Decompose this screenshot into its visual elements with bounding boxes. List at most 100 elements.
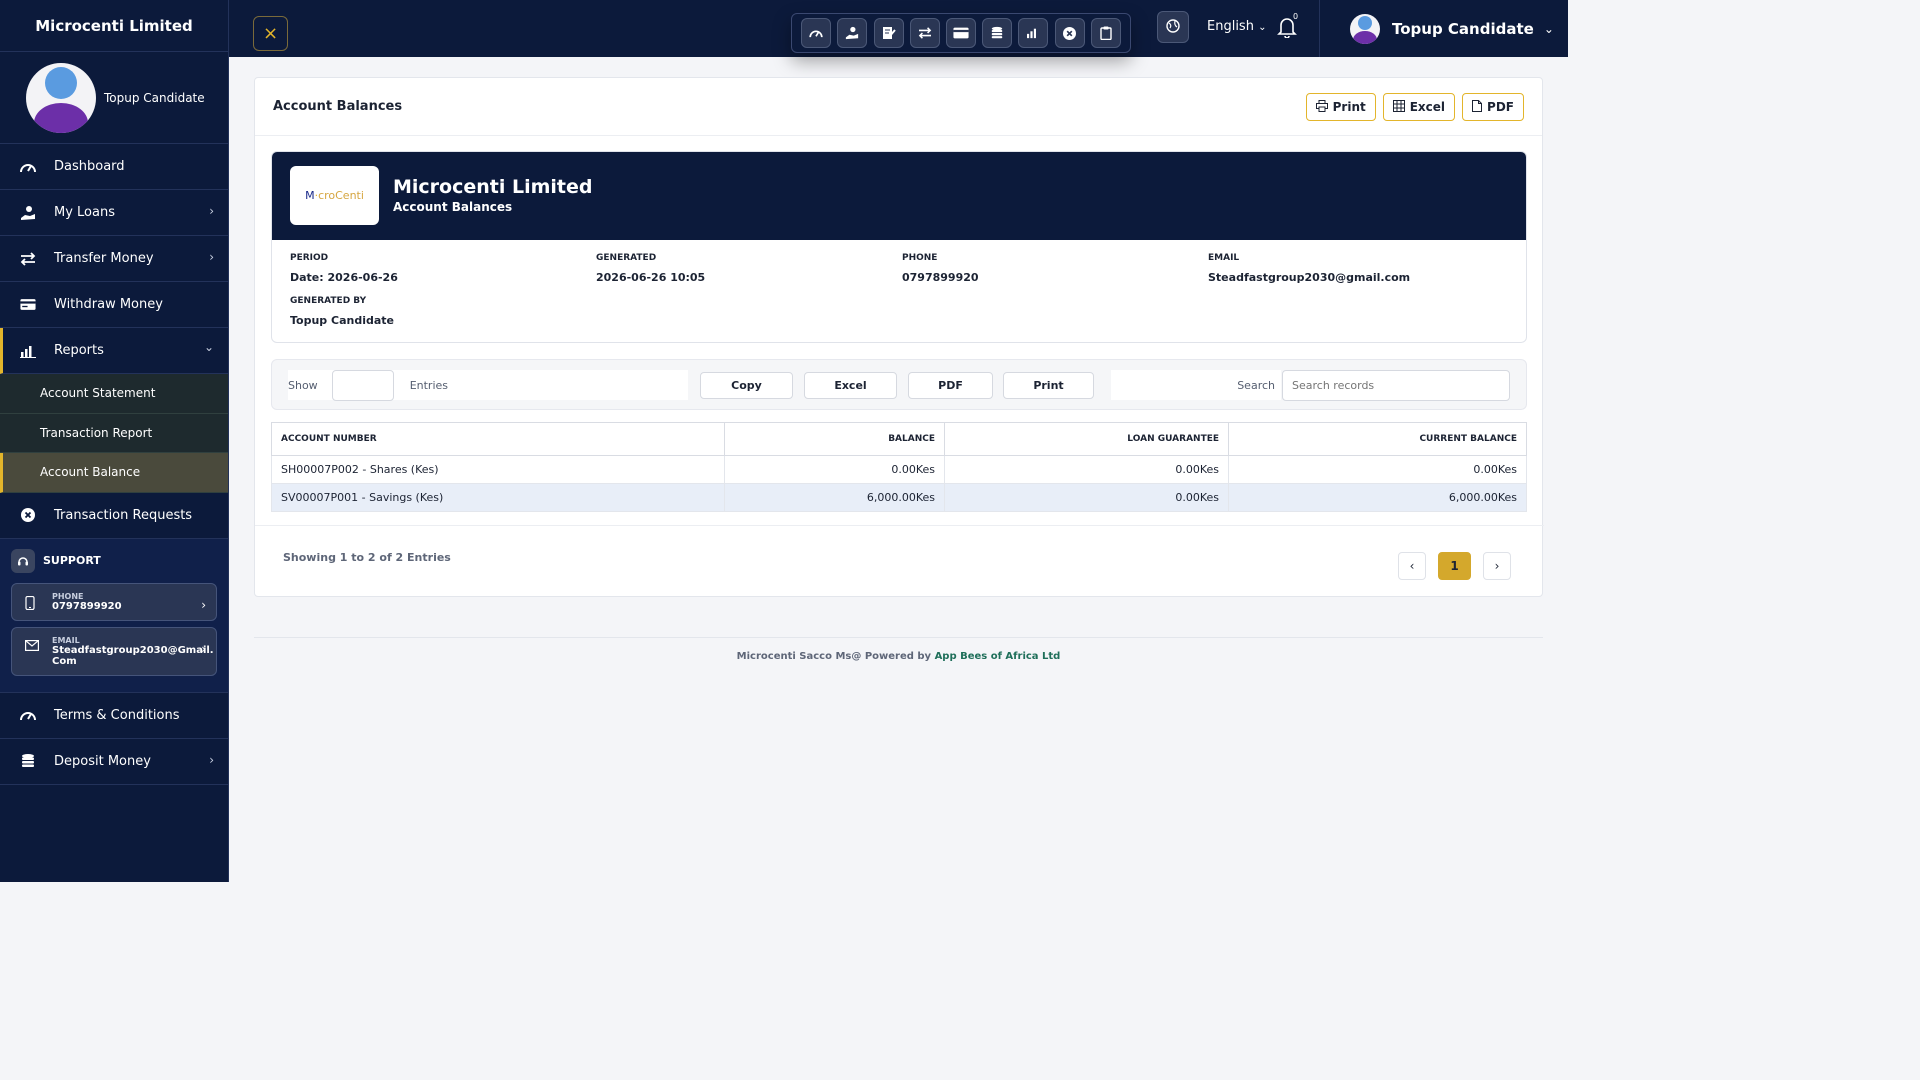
support-section: SUPPORT PHONE 0797899920 › EMAIL Steadfa… <box>0 538 228 693</box>
quick-dashboard-button[interactable] <box>801 18 832 48</box>
sidebar-item-label: Dashboard <box>54 159 125 174</box>
sidebar-item-label: Transfer Money <box>54 251 154 266</box>
excel-button[interactable]: Excel <box>1382 93 1456 121</box>
sidebar-item-transfer-money[interactable]: Transfer Money › <box>0 236 228 282</box>
column-header[interactable]: BALANCE <box>724 422 945 456</box>
sidebar-item-label: Reports <box>54 343 104 358</box>
next-page-button[interactable]: › <box>1483 552 1511 580</box>
globe-icon <box>1166 18 1180 37</box>
sidebar-item-dashboard[interactable]: Dashboard <box>0 144 228 190</box>
sidebar-toggle-button[interactable]: × <box>253 16 288 51</box>
column-header[interactable]: LOAN GUARANTEE <box>944 422 1229 456</box>
profile-name: Topup Candidate <box>104 90 205 105</box>
generated-by-value: Topup Candidate <box>290 314 394 327</box>
show-label: Show <box>288 378 318 392</box>
chevron-right-icon: › <box>209 752 214 767</box>
bell-icon <box>1277 18 1297 42</box>
footer-divider <box>254 637 1543 638</box>
sidebar-item-withdraw-money[interactable]: Withdraw Money <box>0 282 228 328</box>
quick-reports-button[interactable] <box>1018 18 1049 48</box>
support-phone-label: PHONE <box>52 591 84 601</box>
support-email-value-1: Steadfastgroup2030@Gmail. <box>52 644 214 656</box>
page-size-input[interactable] <box>332 370 394 401</box>
quick-clipboard-button[interactable] <box>1090 18 1121 48</box>
dashboard-icon <box>20 159 36 175</box>
prev-page-button[interactable]: ‹ <box>1398 552 1426 580</box>
coins-icon <box>20 753 36 769</box>
chevron-down-icon: ⌄ <box>203 340 214 354</box>
chart-icon <box>20 343 36 359</box>
support-email-label: EMAIL <box>52 635 80 645</box>
quick-actions-bar <box>791 13 1131 53</box>
sidebar-item-label: Transaction Requests <box>54 507 193 523</box>
quick-transfer-button[interactable] <box>909 18 940 48</box>
current-balance-cell: 6,000.00Kes <box>1228 483 1527 512</box>
sidebar-item-transaction-requests[interactable]: Transaction Requests <box>0 493 228 539</box>
pagination-summary: Showing 1 to 2 of 2 Entries <box>283 551 451 564</box>
transfer-icon <box>20 251 36 267</box>
generated-by-label: GENERATED BY <box>290 296 367 306</box>
account-number-cell: SV00007P001 - Savings (Kes) <box>271 483 725 512</box>
generated-label: GENERATED <box>596 253 657 263</box>
pdf-button[interactable]: PDF <box>1462 93 1524 121</box>
column-header[interactable]: CURRENT BALANCE <box>1228 422 1527 456</box>
print-export-button[interactable]: Print <box>1003 372 1094 399</box>
copy-button[interactable]: Copy <box>700 372 793 399</box>
support-phone-card[interactable]: PHONE 0797899920 › <box>11 582 217 621</box>
column-header[interactable]: ACCOUNT NUMBER <box>271 422 725 456</box>
printer-icon <box>1315 99 1328 115</box>
phone-label: PHONE <box>902 253 938 263</box>
current-balance-cell: 0.00Kes <box>1228 455 1527 484</box>
email-value: Steadfastgroup2030@gmail.com <box>1208 271 1411 284</box>
dashboard-icon <box>20 707 36 723</box>
user-menu[interactable]: Topup Candidate ⌄ <box>1319 0 1568 57</box>
loan-hand-icon <box>20 205 36 221</box>
account-number-cell: SH00007P002 - Shares (Kes) <box>271 455 725 484</box>
balance-cell: 0.00Kes <box>724 455 945 484</box>
topbar: × English ⌄ 0 Topup Candidate ⌄ <box>229 0 1568 57</box>
globe-button[interactable] <box>1157 11 1189 43</box>
user-name: Topup Candidate <box>1392 19 1534 38</box>
sidebar-profile: Topup Candidate <box>0 52 228 144</box>
sidebar-item-reports[interactable]: Reports ⌄ <box>0 328 228 374</box>
sidebar-item-deposit-money[interactable]: Deposit Money › <box>0 739 228 785</box>
phone-value: 0797899920 <box>902 271 979 284</box>
balances-table: ACCOUNT NUMBER BALANCE LOAN GUARANTEE CU… <box>271 422 1527 512</box>
chevron-right-icon: › <box>209 204 214 218</box>
sidebar-sub-account-balance[interactable]: Account Balance <box>0 453 228 493</box>
chevron-right-icon: › <box>201 597 206 612</box>
avatar <box>1350 13 1380 44</box>
balance-cell: 6,000.00Kes <box>724 483 945 512</box>
notifications-button[interactable]: 0 <box>1277 12 1298 42</box>
quick-withdraw-button[interactable] <box>945 18 976 48</box>
footer-link[interactable]: App Bees of Africa Ltd <box>935 651 1061 662</box>
quick-loans-button[interactable] <box>837 18 868 48</box>
support-email-card[interactable]: EMAIL Steadfastgroup2030@Gmail. Com › <box>11 626 217 676</box>
excel-export-button[interactable]: Excel <box>804 372 897 399</box>
sidebar-item-terms[interactable]: Terms & Conditions <box>0 693 228 739</box>
sidebar-sub-transaction-report[interactable]: Transaction Report <box>0 413 228 453</box>
pdf-export-button[interactable]: PDF <box>908 372 993 399</box>
loan-guarantee-cell: 0.00Kes <box>944 455 1229 484</box>
chevron-right-icon: › <box>209 250 214 264</box>
loan-guarantee-cell: 0.00Kes <box>944 483 1229 512</box>
table-row[interactable]: SV00007P001 - Savings (Kes) 6,000.00Kes … <box>271 483 1527 512</box>
sidebar-item-my-loans[interactable]: My Loans › <box>0 190 228 236</box>
print-button[interactable]: Print <box>1305 93 1376 121</box>
search-input[interactable] <box>1282 370 1510 401</box>
cancel-icon <box>20 507 36 523</box>
sidebar-item-label: Withdraw Money <box>54 297 163 312</box>
footer-text: Microcenti Sacco Ms@ Powered by <box>736 651 935 662</box>
sidebar-item-label: My Loans <box>54 205 115 220</box>
page-button[interactable]: 1 <box>1438 552 1471 580</box>
quick-requests-button[interactable] <box>1054 18 1085 48</box>
divider <box>255 525 1544 526</box>
sidebar-sub-account-statement[interactable]: Account Statement <box>0 374 228 414</box>
email-label: EMAIL <box>1208 253 1240 263</box>
sidebar-item-label: Terms & Conditions <box>54 707 180 723</box>
quick-apply-button[interactable] <box>873 18 904 48</box>
report-subtitle: Account Balances <box>393 200 513 214</box>
table-row[interactable]: SH00007P002 - Shares (Kes) 0.00Kes 0.00K… <box>271 455 1527 484</box>
quick-deposit-button[interactable] <box>982 18 1013 48</box>
language-select[interactable]: English ⌄ <box>1207 19 1266 34</box>
